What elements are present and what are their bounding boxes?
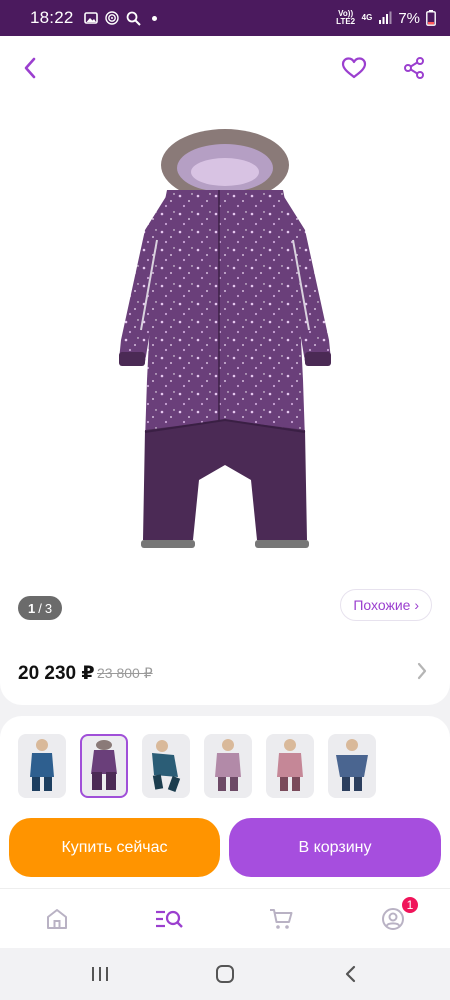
target-icon bbox=[104, 11, 119, 25]
share-button[interactable] bbox=[398, 52, 430, 84]
thumbnail[interactable] bbox=[204, 734, 252, 798]
kid-photo-icon bbox=[215, 739, 241, 791]
tab-cart[interactable] bbox=[264, 903, 298, 935]
volte-label: Vo)) LTE2 bbox=[336, 9, 356, 26]
thumbnail[interactable] bbox=[18, 734, 66, 798]
status-right-icons: Vo)) LTE2 4G 7% bbox=[336, 10, 436, 27]
back-button[interactable] bbox=[14, 52, 46, 84]
status-bar: 18:22 Vo)) LTE2 4G 7% bbox=[0, 0, 450, 36]
catalog-search-icon bbox=[156, 910, 183, 928]
product-header bbox=[0, 36, 450, 100]
pager-separator: / bbox=[38, 600, 42, 616]
pager-current: 1 bbox=[28, 600, 36, 616]
gallery-icon bbox=[83, 12, 98, 24]
bottom-tab-bar: 1 bbox=[0, 888, 450, 948]
favorite-button[interactable] bbox=[338, 52, 370, 84]
thumbnail-selected[interactable] bbox=[80, 734, 128, 798]
battery-percent: 7% bbox=[398, 9, 420, 27]
search-icon bbox=[126, 11, 141, 26]
kid-photo-icon bbox=[277, 739, 303, 791]
recent-apps-icon bbox=[92, 967, 108, 981]
cart-icon bbox=[270, 909, 293, 929]
pager-total: 3 bbox=[44, 600, 53, 616]
action-bar: Купить сейчас В корзину bbox=[0, 808, 450, 888]
tab-catalog[interactable] bbox=[152, 903, 186, 935]
signal-icon bbox=[379, 11, 392, 24]
buy-now-button[interactable]: Купить сейчас bbox=[9, 818, 220, 877]
add-to-cart-button[interactable]: В корзину bbox=[229, 818, 441, 877]
image-pager: 1 / 3 bbox=[18, 596, 63, 620]
share-icon bbox=[404, 57, 424, 79]
price: 20 230 ₽ bbox=[18, 663, 95, 684]
kid-photo-icon bbox=[336, 739, 368, 791]
back-arrow-icon bbox=[345, 965, 356, 983]
thumbnail-strip bbox=[0, 716, 450, 808]
similar-button[interactable]: Похожие › bbox=[340, 589, 432, 621]
kid-photo-icon bbox=[152, 740, 181, 792]
network-4g-label: 4G bbox=[361, 13, 373, 22]
back-system-button[interactable] bbox=[339, 962, 363, 986]
thumbnail[interactable] bbox=[328, 734, 376, 798]
status-left-icons bbox=[83, 11, 157, 26]
chevron-right-icon[interactable] bbox=[416, 661, 428, 681]
home-system-button[interactable] bbox=[213, 962, 237, 986]
old-price: 23 800 ₽ bbox=[97, 665, 153, 681]
chevron-left-icon bbox=[24, 57, 36, 79]
home-square-icon bbox=[216, 965, 234, 983]
kid-photo-icon bbox=[30, 739, 54, 791]
product-image[interactable] bbox=[105, 120, 345, 555]
tab-home[interactable] bbox=[40, 903, 74, 935]
suit-photo-icon bbox=[91, 740, 117, 790]
home-icon bbox=[47, 909, 67, 929]
cart-count-badge: 1 bbox=[400, 895, 420, 915]
battery-icon bbox=[426, 10, 436, 26]
heart-icon bbox=[341, 57, 367, 79]
thumbnail[interactable] bbox=[142, 734, 190, 798]
recent-apps-button[interactable] bbox=[88, 962, 112, 986]
status-time: 18:22 bbox=[30, 8, 74, 27]
notification-dot-icon bbox=[151, 15, 157, 21]
thumbnail[interactable] bbox=[266, 734, 314, 798]
product-card: 1 / 3 Похожие › 20 230 ₽ 23 800 ₽ bbox=[0, 100, 450, 705]
tab-profile[interactable]: 1 bbox=[376, 895, 420, 935]
system-navigation-bar bbox=[0, 948, 450, 1000]
